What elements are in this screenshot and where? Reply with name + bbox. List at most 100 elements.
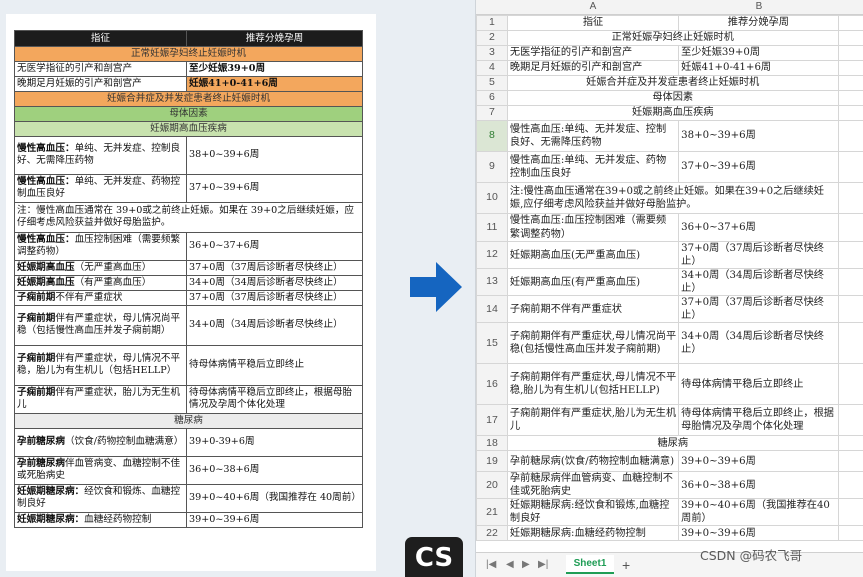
- cell-a[interactable]: 子痫前期不伴有严重症状: [506, 295, 680, 324]
- row-number[interactable]: 11: [476, 213, 508, 242]
- cell-b[interactable]: 39+0~39+6周: [678, 450, 839, 473]
- cell-b[interactable]: 待母体病情平稳后立即终止，根据母胎情况及孕周个体化处理: [678, 404, 839, 437]
- cell-b[interactable]: 待母体病情平稳后立即终止: [678, 363, 839, 406]
- merged-cell[interactable]: 正常妊娠孕妇终止妊娠时机: [506, 30, 839, 46]
- sheet-row[interactable]: 16 子痫前期伴有严重症状,母儿情况不平稳,胎儿为有生机儿(包括HELLP) 待母体…: [476, 363, 863, 406]
- row-number[interactable]: 10: [476, 182, 508, 214]
- cell-b[interactable]: 38+0~39+6周: [678, 120, 839, 152]
- row-number[interactable]: 15: [476, 322, 508, 365]
- cell-a[interactable]: 慢性高血压:单纯、无并发症、药物控制血压良好: [506, 151, 680, 183]
- row-number[interactable]: 17: [476, 404, 508, 437]
- row-number[interactable]: 5: [476, 75, 508, 91]
- cell-b[interactable]: 36+0~37+6周: [678, 213, 839, 242]
- cell-a[interactable]: 孕前糖尿病(饮食/药物控制血糖满意): [506, 450, 680, 473]
- cell-a[interactable]: 孕前糖尿病伴血管病变、血糖控制不佳或死胎病史: [506, 471, 680, 500]
- sheet-row[interactable]: 18 糖尿病: [476, 435, 863, 452]
- sheet-row[interactable]: 20 孕前糖尿病伴血管病变、血糖控制不佳或死胎病史 36+0~38+6周: [476, 471, 863, 500]
- cell-a[interactable]: 妊娠期糖尿病:血糖经药物控制: [506, 525, 680, 542]
- row-number[interactable]: 13: [476, 268, 508, 297]
- sheet-row[interactable]: 10 注:慢性高血压通常在39+0或之前终止妊娠。如果在39+0之后继续妊娠,应仔…: [476, 182, 863, 214]
- merged-cell[interactable]: 妊娠合并症及并发症患者终止妊娠时机: [506, 75, 839, 91]
- column-header-b[interactable]: B: [679, 1, 839, 12]
- cell-c[interactable]: [837, 240, 863, 270]
- cell-c[interactable]: [837, 404, 863, 437]
- cell-c[interactable]: [837, 525, 863, 542]
- merged-cell[interactable]: 妊娠期高血压疾病: [506, 105, 839, 121]
- sheet-row[interactable]: 11 慢性高血压:血压控制困难（需要频繁调整药物） 36+0~37+6周: [476, 213, 863, 242]
- sheet-row[interactable]: 19 孕前糖尿病(饮食/药物控制血糖满意) 39+0~39+6周: [476, 450, 863, 473]
- row-number[interactable]: 20: [476, 471, 508, 500]
- sheet-row[interactable]: 22 妊娠期糖尿病:血糖经药物控制 39+0~39+6周: [476, 525, 863, 542]
- cell-c[interactable]: [837, 268, 863, 297]
- cell-b[interactable]: 36+0~38+6周: [678, 471, 839, 500]
- cell-c[interactable]: [837, 295, 863, 324]
- row-number[interactable]: 1: [476, 15, 508, 31]
- cell-b[interactable]: 37+0周（37周后诊断者尽快终止）: [678, 240, 839, 270]
- cell-b[interactable]: 37+0~39+6周: [678, 151, 839, 183]
- sheet-row[interactable]: 15 子痫前期伴有严重症状,母儿情况尚平稳(包括慢性高血压并发子痫前期) 34+0周…: [476, 322, 863, 365]
- sheet-row[interactable]: 13 妊娠期高血压(有严重高血压) 34+0周（34周后诊断者尽快终止）: [476, 268, 863, 297]
- cell-c[interactable]: [837, 120, 863, 152]
- cell-c[interactable]: [837, 60, 863, 76]
- cell-a[interactable]: 子痫前期伴有严重症状,胎儿为无生机儿: [506, 404, 680, 437]
- cell-c[interactable]: [837, 182, 863, 214]
- first-sheet-icon[interactable]: |◀: [486, 559, 496, 570]
- cell-c[interactable]: [837, 213, 863, 242]
- sheet-row[interactable]: 6 母体因素: [476, 90, 863, 106]
- sheet-row[interactable]: 3 无医学指征的引产和剖宫产 至少妊娠39+0周: [476, 45, 863, 61]
- merged-cell[interactable]: 注:慢性高血压通常在39+0或之前终止妊娠。如果在39+0之后继续妊娠,应仔细考…: [506, 182, 839, 214]
- merged-cell[interactable]: 糖尿病: [506, 435, 839, 452]
- cell-b[interactable]: 34+0周（34周后诊断者尽快终止）: [678, 268, 839, 297]
- merged-cell[interactable]: 母体因素: [506, 90, 839, 106]
- cell-a[interactable]: 妊娠期高血压(无严重高血压): [506, 240, 680, 270]
- prev-sheet-icon[interactable]: ◀: [506, 559, 514, 570]
- cell-a[interactable]: 无医学指征的引产和剖宫产: [506, 45, 680, 61]
- row-number[interactable]: 2: [476, 30, 508, 46]
- row-number[interactable]: 16: [476, 363, 508, 406]
- cell-c[interactable]: [837, 435, 863, 452]
- cell-a[interactable]: 慢性高血压:单纯、无并发症、控制良好、无需降压药物: [506, 120, 680, 152]
- cell-c[interactable]: [837, 15, 863, 31]
- row-number[interactable]: 3: [476, 45, 508, 61]
- cell-c[interactable]: [837, 471, 863, 500]
- cell-c[interactable]: [837, 75, 863, 91]
- cell-b[interactable]: 37+0周（37周后诊断者尽快终止）: [678, 295, 839, 324]
- sheet-row[interactable]: 7 妊娠期高血压疾病: [476, 105, 863, 121]
- sheet-row[interactable]: 8 慢性高血压:单纯、无并发症、控制良好、无需降压药物 38+0~39+6周: [476, 120, 863, 152]
- sheet-row[interactable]: 1 指征 推荐分娩孕周: [476, 15, 863, 31]
- sheet-row[interactable]: 4 晚期足月妊娠的引产和剖宫产 妊娠41+0-41+6周: [476, 60, 863, 76]
- add-sheet-button[interactable]: +: [622, 557, 630, 573]
- row-number[interactable]: 19: [476, 450, 508, 473]
- cell-c[interactable]: [837, 90, 863, 106]
- cell-a[interactable]: 妊娠期高血压(有严重高血压): [506, 268, 680, 297]
- row-number[interactable]: 14: [476, 295, 508, 324]
- cell-c[interactable]: [837, 45, 863, 61]
- cell-b[interactable]: 至少妊娠39+0周: [678, 45, 839, 61]
- cell-a[interactable]: 指征: [506, 15, 680, 31]
- cell-b[interactable]: 39+0~39+6周: [678, 525, 839, 542]
- cell-c[interactable]: [837, 363, 863, 406]
- row-number[interactable]: 18: [476, 435, 508, 452]
- row-number[interactable]: 4: [476, 60, 508, 76]
- row-number[interactable]: 7: [476, 105, 508, 121]
- sheet-row[interactable]: 17 子痫前期伴有严重症状,胎儿为无生机儿 待母体病情平稳后立即终止，根据母胎情况及…: [476, 404, 863, 437]
- last-sheet-icon[interactable]: ▶|: [538, 559, 548, 570]
- sheet-row[interactable]: 5 妊娠合并症及并发症患者终止妊娠时机: [476, 75, 863, 91]
- cell-c[interactable]: [837, 498, 863, 527]
- cell-a[interactable]: 晚期足月妊娠的引产和剖宫产: [506, 60, 680, 76]
- sheet-row[interactable]: 14 子痫前期不伴有严重症状 37+0周（37周后诊断者尽快终止）: [476, 295, 863, 324]
- next-sheet-icon[interactable]: ▶: [522, 559, 530, 570]
- cell-a[interactable]: 子痫前期伴有严重症状,母儿情况尚平稳(包括慢性高血压并发子痫前期): [506, 322, 680, 365]
- cell-c[interactable]: [837, 450, 863, 473]
- row-number[interactable]: 9: [476, 151, 508, 183]
- sheet-row[interactable]: 12 妊娠期高血压(无严重高血压) 37+0周（37周后诊断者尽快终止）: [476, 240, 863, 270]
- sheet-tab[interactable]: Sheet1: [566, 555, 614, 574]
- cell-c[interactable]: [837, 151, 863, 183]
- cell-c[interactable]: [837, 30, 863, 46]
- row-number[interactable]: 8: [476, 120, 508, 152]
- cell-c[interactable]: [837, 105, 863, 121]
- row-number[interactable]: 22: [476, 525, 508, 542]
- sheet-row[interactable]: 9 慢性高血压:单纯、无并发症、药物控制血压良好 37+0~39+6周: [476, 151, 863, 183]
- cell-a[interactable]: 妊娠期糖尿病:经饮食和锻炼,血糖控制良好: [506, 498, 680, 527]
- row-number[interactable]: 21: [476, 498, 508, 527]
